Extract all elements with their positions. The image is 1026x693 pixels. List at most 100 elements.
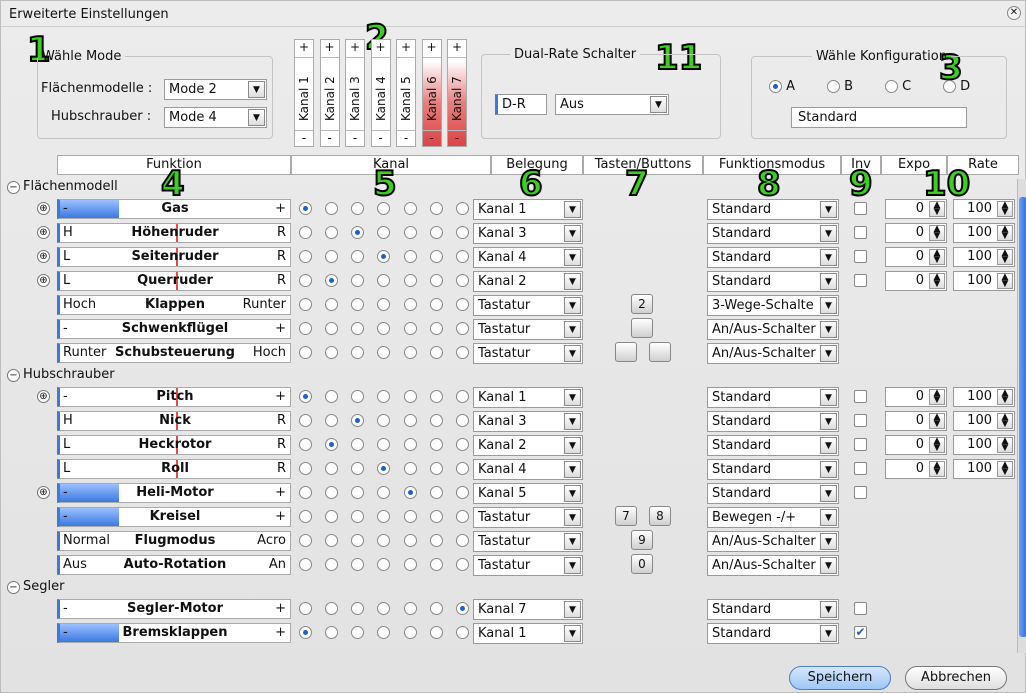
invert-checkbox[interactable] — [854, 250, 867, 263]
config-option-a[interactable]: A — [769, 79, 795, 94]
channel-radio[interactable] — [299, 346, 312, 359]
config-option-d[interactable]: D — [943, 79, 970, 94]
channel-radio[interactable] — [299, 486, 312, 499]
mode-select[interactable]: An/Aus-Schalter ▼ — [707, 319, 839, 340]
channel-radio[interactable] — [403, 414, 417, 427]
channel-radio[interactable] — [429, 534, 443, 547]
assign-select[interactable]: Kanal 5 ▼ — [473, 483, 583, 504]
key-button[interactable]: 7 — [615, 506, 637, 526]
assign-select[interactable]: Kanal 4 ▼ — [473, 247, 583, 268]
channel-radio[interactable] — [429, 602, 443, 615]
channel-radio[interactable] — [325, 558, 339, 571]
mode-select[interactable]: Standard ▼ — [707, 223, 839, 244]
invert-checkbox[interactable] — [854, 602, 867, 615]
expand-icon[interactable]: ⊕ — [37, 274, 50, 287]
channel-radio[interactable] — [403, 322, 417, 335]
spinner-arrows-icon[interactable]: ▲ ▼ — [997, 273, 1013, 289]
channel-radio[interactable] — [377, 298, 391, 311]
heli-mode-select[interactable]: Mode 4 ▼ — [164, 107, 267, 128]
channel-radio[interactable] — [325, 226, 339, 239]
key-button[interactable] — [631, 318, 653, 338]
channel-radio[interactable] — [455, 322, 469, 335]
assign-select[interactable]: Kanal 1 ▼ — [473, 387, 583, 408]
channel-radio[interactable] — [403, 274, 417, 287]
channel-radio[interactable] — [325, 534, 339, 547]
channel-radio[interactable] — [299, 250, 312, 263]
channel-radio[interactable] — [325, 462, 339, 475]
save-button[interactable]: Speichern — [789, 666, 891, 690]
channel-radio[interactable] — [299, 626, 312, 639]
channel-radio[interactable] — [403, 226, 417, 239]
channel-radio[interactable] — [299, 390, 312, 403]
channel-radio[interactable] — [455, 346, 469, 359]
channel-radio[interactable] — [403, 510, 417, 523]
collapse-icon[interactable]: − — [7, 369, 20, 382]
expo-spinner[interactable]: 0 ▲ ▼ — [885, 435, 947, 455]
config-option-b[interactable]: B — [827, 79, 853, 94]
channel-radio[interactable] — [325, 298, 339, 311]
expo-spinner[interactable]: 0 ▲ ▼ — [885, 411, 947, 431]
config-option-c[interactable]: C — [885, 79, 911, 94]
channel-radio[interactable] — [403, 250, 417, 263]
channel-radio[interactable] — [351, 390, 365, 403]
channel-radio[interactable] — [351, 602, 365, 615]
channel-radio[interactable] — [403, 346, 417, 359]
rate-spinner[interactable]: 100 ▲ ▼ — [953, 411, 1015, 431]
mode-select[interactable]: Standard ▼ — [707, 435, 839, 456]
channel-radio[interactable] — [429, 390, 443, 403]
channel-radio[interactable] — [455, 390, 469, 403]
spinner-arrows-icon[interactable]: ▲ ▼ — [997, 437, 1013, 453]
expand-icon[interactable]: ⊕ — [37, 202, 50, 215]
config-name-input[interactable]: Standard — [791, 107, 967, 128]
channel-radio[interactable] — [429, 438, 443, 451]
channel-radio[interactable] — [377, 558, 391, 571]
mode-select[interactable]: An/Aus-Schalter ▼ — [707, 555, 839, 576]
channel-radio[interactable] — [377, 390, 391, 403]
channel-radio[interactable] — [403, 298, 417, 311]
channel-radio[interactable] — [299, 510, 312, 523]
channel-radio[interactable] — [351, 274, 365, 287]
channel-radio[interactable] — [455, 534, 469, 547]
assign-select[interactable]: Kanal 7 ▼ — [473, 599, 583, 620]
channel-radio[interactable] — [325, 346, 339, 359]
mode-select[interactable]: Standard ▼ — [707, 247, 839, 268]
channel-radio[interactable] — [325, 322, 339, 335]
channel-radio[interactable] — [429, 274, 443, 287]
scrollbar-thumb[interactable] — [1019, 197, 1026, 637]
key-button[interactable] — [649, 342, 671, 362]
expand-icon[interactable]: ⊕ — [37, 250, 50, 263]
channel-radio[interactable] — [403, 626, 417, 639]
channel-radio[interactable] — [299, 602, 312, 615]
channel-radio[interactable] — [429, 226, 443, 239]
key-button[interactable] — [615, 342, 637, 362]
channel-radio[interactable] — [377, 226, 391, 239]
channel-radio[interactable] — [403, 202, 417, 215]
rate-spinner[interactable]: 100 ▲ ▼ — [953, 271, 1015, 291]
mode-select[interactable]: Standard ▼ — [707, 271, 839, 292]
channel-radio[interactable] — [403, 534, 417, 547]
spinner-arrows-icon[interactable]: ▲ ▼ — [929, 249, 945, 265]
mode-select[interactable]: Standard ▼ — [707, 623, 839, 644]
channel-radio[interactable] — [325, 202, 339, 215]
rate-spinner[interactable]: 100 ▲ ▼ — [953, 435, 1015, 455]
invert-checkbox[interactable] — [854, 274, 867, 287]
collapse-icon[interactable]: − — [7, 181, 20, 194]
mode-select[interactable]: Bewegen -/+ ▼ — [707, 507, 839, 528]
channel-radio[interactable] — [351, 298, 365, 311]
assign-select[interactable]: Tastatur ▼ — [473, 555, 583, 576]
channel-radio[interactable] — [351, 414, 365, 427]
invert-checkbox[interactable] — [854, 226, 867, 239]
channel-radio[interactable] — [351, 346, 365, 359]
assign-select[interactable]: Tastatur ▼ — [473, 507, 583, 528]
channel-radio[interactable] — [455, 414, 469, 427]
channel-radio[interactable] — [429, 462, 443, 475]
channel-radio[interactable] — [299, 226, 312, 239]
assign-select[interactable]: Kanal 3 ▼ — [473, 411, 583, 432]
channel-radio[interactable] — [325, 414, 339, 427]
channel-radio[interactable] — [429, 558, 443, 571]
channel-radio[interactable] — [455, 462, 469, 475]
channel-radio[interactable] — [455, 602, 469, 615]
spinner-arrows-icon[interactable]: ▲ ▼ — [929, 273, 945, 289]
spinner-arrows-icon[interactable]: ▲ ▼ — [997, 413, 1013, 429]
spinner-arrows-icon[interactable]: ▲ ▼ — [997, 389, 1013, 405]
